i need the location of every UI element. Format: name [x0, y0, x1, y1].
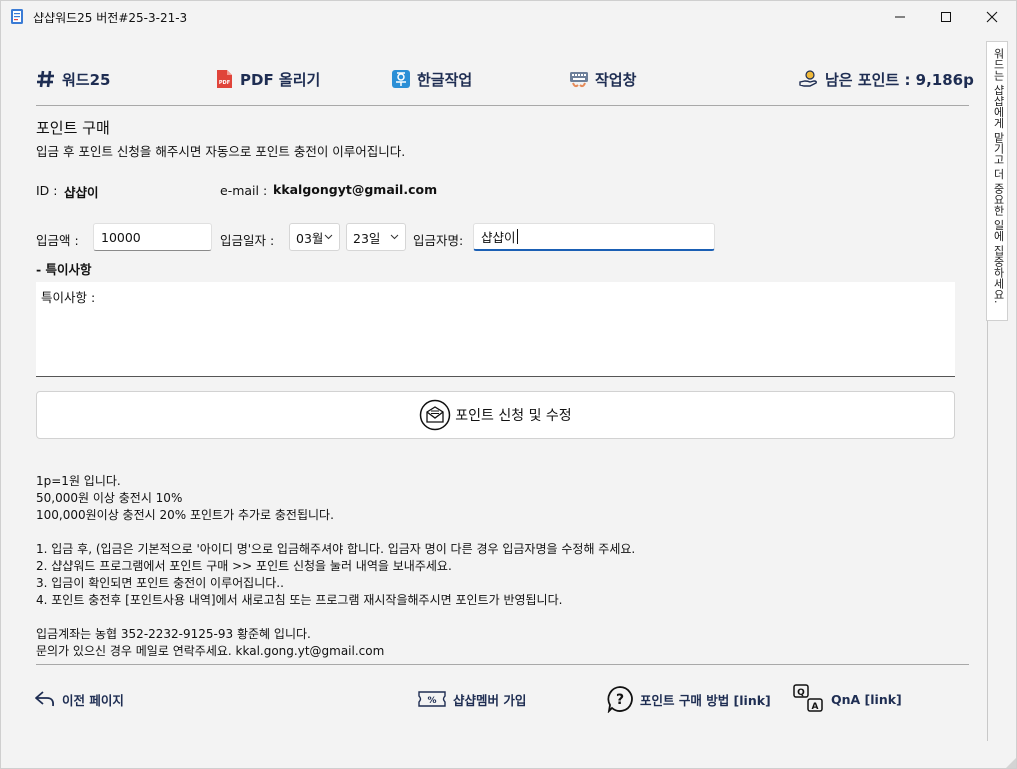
qna-label: QnA [link]: [831, 691, 902, 707]
text-cursor: [516, 229, 518, 244]
member-join-label: 샵샵멤버 가입: [453, 692, 527, 708]
info-line: 4. 포인트 충전후 [포인트사용 내역]에서 새로고침 또는 프로그램 재시작…: [36, 593, 563, 607]
submit-points-label: 포인트 신청 및 수정: [455, 408, 572, 424]
svg-text:?: ?: [616, 692, 624, 708]
title-bar: 샵샵워드25 버전#25-3-21-3: [1, 1, 1016, 32]
info-line: [36, 524, 635, 541]
notes-value: 특이사항 :: [41, 290, 96, 305]
maximize-icon: [941, 11, 951, 22]
minimize-icon: [895, 16, 905, 17]
submit-points-button[interactable]: 포인트 신청 및 수정: [36, 391, 955, 439]
hash-icon: [37, 70, 54, 88]
toolbar-pdf-label: PDF 올리기: [240, 70, 321, 89]
maximize-button[interactable]: [923, 1, 969, 32]
info-line: 입금계좌는 농협 352-2232-9125-93 황준혜 입니다.: [36, 627, 311, 641]
info-line: 100,000원이상 충전시 20% 포인트가 추가로 충전됩니다.: [36, 508, 334, 522]
hand-coin-icon: [799, 70, 817, 87]
info-line: 50,000원 이상 충전시 10%: [36, 491, 183, 505]
minimize-button[interactable]: [877, 1, 923, 32]
close-icon: [986, 11, 998, 22]
amount-value: 10000: [101, 229, 141, 245]
back-label: 이전 페이지: [62, 692, 124, 708]
notes-label: - 특이사항: [36, 262, 92, 277]
page-title: 포인트 구매: [36, 119, 110, 137]
purchase-howto-label: 포인트 구매 방법 [link]: [640, 692, 771, 708]
svg-text:A: A: [812, 702, 819, 712]
depositor-value: 샵샵이: [481, 230, 516, 245]
date-label: 입금일자 :: [220, 233, 275, 248]
depositor-input[interactable]: 샵샵이: [473, 223, 715, 251]
info-line: 3. 입금이 확인되면 포인트 충전이 이루어집니다..: [36, 576, 284, 590]
day-value: 23일: [353, 230, 381, 246]
side-banner: 워드는 샵샵에게 맡기고 더 중요한 일에 집중하세요.: [986, 41, 1008, 321]
purchase-howto-link[interactable]: ? 포인트 구매 방법 [link]: [606, 686, 771, 713]
svg-text:PDF: PDF: [219, 80, 230, 86]
side-scroll-track[interactable]: [987, 321, 988, 741]
back-arrow-icon: [35, 691, 55, 707]
envelope-icon: [420, 399, 451, 431]
header-divider: [36, 105, 969, 106]
side-banner-text: 워드는 샵샵에게 맡기고 더 중요한 일에 집중하세요.: [992, 48, 1005, 304]
info-line: 1. 입금 후, (입금은 기본적으로 '아이디 명'으로 입금해주셔야 합니다…: [36, 542, 636, 556]
app-window: 샵샵워드25 버전#25-3-21-3 워드25 PDF PDF 올리기 한글작…: [0, 0, 1017, 769]
coupon-icon: %: [418, 691, 446, 707]
app-icon: [11, 9, 23, 24]
remaining-points: 남은 포인트 : 9,186p: [799, 67, 974, 91]
back-button[interactable]: 이전 페이지: [34, 686, 124, 712]
toolbar-pdf-upload[interactable]: PDF PDF 올리기: [214, 67, 320, 91]
id-label: ID :: [36, 183, 58, 198]
chevron-down-icon: [324, 234, 333, 240]
day-select[interactable]: 23일: [346, 223, 406, 251]
qna-link[interactable]: Q A QnA [link]: [793, 684, 902, 712]
qna-icon: Q A: [793, 684, 823, 712]
amount-label: 입금액 :: [36, 233, 79, 248]
email-label: e-mail :: [220, 183, 268, 198]
depositor-label: 입금자명:: [413, 233, 464, 248]
amount-input[interactable]: 10000: [93, 223, 212, 251]
pdf-icon: PDF: [217, 70, 232, 88]
page-description: 입금 후 포인트 신청을 해주시면 자동으로 포인트 충전이 이루어집니다.: [36, 144, 406, 159]
info-text: 1p=1원 입니다. 50,000원 이상 충전시 10% 100,000원이상…: [36, 473, 635, 660]
month-select[interactable]: 03월: [289, 223, 340, 251]
question-bubble-icon: ?: [607, 686, 633, 713]
month-value: 03월: [296, 230, 324, 246]
info-line: 1p=1원 입니다.: [36, 474, 121, 488]
toolbar-workspace-label: 작업창: [595, 70, 637, 89]
remaining-points-label: 남은 포인트 : 9,186p: [825, 70, 974, 89]
id-value: 샵샵이: [64, 185, 99, 200]
toolbar-workspace[interactable]: 작업창: [569, 67, 636, 91]
info-line: 문의가 있으신 경우 메일로 연락주세요. kkal.gong.yt@gmail…: [36, 644, 385, 658]
notes-textarea[interactable]: 특이사항 :: [36, 282, 955, 377]
member-join-link[interactable]: % 샵샵멤버 가입: [417, 686, 526, 712]
email-value: kkalgongyt@gmail.com: [273, 182, 438, 197]
svg-text:%: %: [427, 696, 436, 706]
toolbar-word25[interactable]: 워드25: [36, 67, 110, 91]
toolbar-hangul[interactable]: 한글작업: [391, 67, 472, 91]
toolbar-word25-label: 워드25: [62, 70, 111, 89]
window-title: 샵샵워드25 버전#25-3-21-3: [33, 11, 188, 25]
svg-text:Q: Q: [797, 688, 805, 698]
chevron-down-icon: [390, 234, 399, 240]
info-line: 2. 샵샵워드 프로그램에서 포인트 구매 >> 포인트 신청을 눌러 내역을 …: [36, 559, 452, 573]
hangul-icon: [392, 70, 410, 88]
info-line: [36, 609, 635, 626]
toolbar-hangul-label: 한글작업: [417, 70, 473, 89]
keyboard-icon: [570, 72, 588, 88]
resize-grip[interactable]: [1006, 758, 1016, 768]
footer-divider: [36, 664, 969, 665]
close-button[interactable]: [969, 1, 1015, 32]
